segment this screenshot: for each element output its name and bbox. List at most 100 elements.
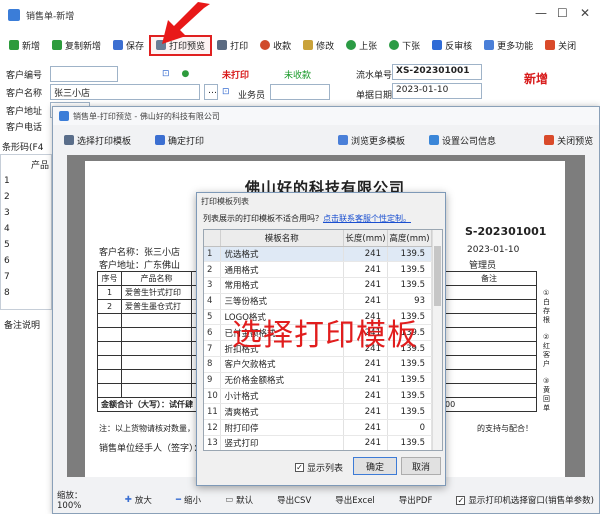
template-cell: 常用格式 <box>220 277 344 294</box>
customer-name-field[interactable]: 张三小店 <box>50 84 200 100</box>
page-icon: ▭ <box>225 495 234 505</box>
customer-no-label: 客户编号 <box>6 70 43 81</box>
template-row[interactable]: 1 优选格式 241 139.5 <box>204 246 432 263</box>
confirm-print-button[interactable]: 确定打印 <box>150 132 209 149</box>
unapprove-button[interactable]: 反审核 <box>427 37 477 54</box>
template-row[interactable]: 12 附打印停 241 0 <box>204 419 432 437</box>
home-icon <box>429 135 440 145</box>
search-icon[interactable]: ⊡ <box>162 69 170 79</box>
product-grid: 产品 1 2 3 4 5 6 7 8 <box>0 154 52 310</box>
col-height[interactable]: 高度(mm) <box>387 230 432 247</box>
col-template-name[interactable]: 模板名称 <box>220 230 344 247</box>
checkbox-icon: ✓ <box>295 463 304 472</box>
template-scrollbar[interactable] <box>432 230 442 450</box>
browse-icon <box>338 135 349 145</box>
template-row[interactable]: 2 通用格式 241 139.5 <box>204 261 432 279</box>
browse-button[interactable]: … <box>204 84 218 100</box>
choose-template-button[interactable]: 选择打印模板 <box>59 132 136 149</box>
save-icon <box>113 40 124 50</box>
printer-icon <box>217 40 228 50</box>
paper-date: 2023-01-10 <box>467 245 520 255</box>
ok-button[interactable]: 确定 <box>353 457 397 475</box>
close-icon[interactable]: ✕ <box>580 6 590 20</box>
paper-manager: 管理员 <box>469 261 497 271</box>
contact-service-link[interactable]: 点击联系客服个性定制。 <box>323 214 411 223</box>
template-cell: 三等份格式 <box>220 293 344 310</box>
preview-status-bar: 缩放：100% ✚ 放大 ━ 缩小 ▭ 默认 导出CSV 导出Excel 导出PDF … <box>53 489 599 511</box>
template-cell: 139.5 <box>387 277 432 294</box>
cancel-button[interactable]: 取消 <box>401 457 441 475</box>
copy-new-button[interactable]: 复制新增 <box>47 37 106 54</box>
coins-icon <box>260 40 271 50</box>
collect-button[interactable]: 收款 <box>255 37 296 54</box>
maximize-icon[interactable]: ☐ <box>557 6 568 20</box>
grid-row-number: 5 <box>4 240 10 250</box>
scroll-thumb[interactable] <box>434 246 441 306</box>
show-printer-window-checkbox[interactable]: ✓ 显示打印机选择窗口(销售单参数) <box>451 492 599 508</box>
template-row[interactable]: 11 清爽格式 241 139.5 <box>204 403 432 421</box>
grid-row-number: 7 <box>4 272 10 282</box>
export-pdf-button[interactable]: 导出PDF <box>394 492 438 508</box>
template-row[interactable]: 4 三等份格式 241 93 <box>204 293 432 310</box>
template-row[interactable]: 3 常用格式 241 139.5 <box>204 277 432 294</box>
close-box-icon <box>544 135 555 145</box>
salesman-label: 业务员 <box>238 91 266 101</box>
template-cell: 241 <box>343 277 388 294</box>
zoom-level: 缩放：100% <box>57 491 83 511</box>
export-csv-button[interactable]: 导出CSV <box>272 492 316 508</box>
show-list-checkbox[interactable]: ✓ 显示列表 <box>295 461 343 474</box>
col-length[interactable]: 长度(mm) <box>343 230 388 247</box>
zoom-out-button[interactable]: ━ 缩小 <box>171 492 206 508</box>
unapprove-icon <box>432 40 443 50</box>
prev-button[interactable]: 上张 <box>341 37 382 54</box>
template-cell: 12 <box>204 419 221 437</box>
close-button[interactable]: 关闭 <box>540 37 581 54</box>
template-cell: 竖式打印 <box>220 435 344 450</box>
print-status: 未打印 <box>222 71 250 81</box>
arrow-up-icon <box>346 40 357 50</box>
new-button[interactable]: 新增 <box>4 37 45 54</box>
next-button[interactable]: 下张 <box>384 37 425 54</box>
template-cell: 1 <box>204 246 221 263</box>
template-row[interactable]: 10 小计格式 241 139.5 <box>204 388 432 405</box>
grid-row-number: 4 <box>4 224 10 234</box>
preview-titlebar: 销售单-打印预览 - 佛山好的科技有限公司 <box>53 107 599 125</box>
template-cell: 3 <box>204 277 221 294</box>
minimize-icon[interactable]: — <box>535 6 547 20</box>
add-circle-icon[interactable]: ● <box>182 69 190 79</box>
customer-name-row: 客户名称 张三小店 … ⊡ <box>6 84 230 100</box>
paper-note: 注：以上货物请核对数量， <box>99 424 195 433</box>
template-cell: 6 <box>204 324 221 342</box>
template-cell: 10 <box>204 388 221 405</box>
serial-field[interactable]: XS-202301001 <box>392 64 482 80</box>
customer-no-field[interactable] <box>50 66 118 82</box>
tools-icon <box>303 40 314 50</box>
template-cell: 241 <box>343 388 388 405</box>
template-row[interactable]: 13 竖式打印 241 139.5 <box>204 435 432 450</box>
close-preview-button[interactable]: 关闭预览 <box>539 132 598 149</box>
serial-label: 流水单号 <box>356 71 393 81</box>
search-icon[interactable]: ⊡ <box>222 87 230 97</box>
customer-phone-label: 客户电话 <box>6 123 43 133</box>
save-button[interactable]: 保存 <box>108 37 149 54</box>
template-cell: 241 <box>343 246 388 263</box>
template-cell: 13 <box>204 435 221 450</box>
template-row[interactable]: 8 客户欠款格式 241 139.5 <box>204 356 432 373</box>
preview-title: 销售单-打印预览 - 佛山好的科技有限公司 <box>73 111 220 121</box>
grid-row-number: 2 <box>4 192 10 202</box>
print-button[interactable]: 打印 <box>212 37 253 54</box>
company-info-button[interactable]: 设置公司信息 <box>424 132 501 149</box>
template-cell: 无价格金额格式 <box>220 372 344 389</box>
date-field[interactable]: 2023-01-10 <box>392 83 482 99</box>
more-button[interactable]: 更多功能 <box>479 37 538 54</box>
template-cell: 139.5 <box>387 261 432 279</box>
template-cell: 139.5 <box>387 246 432 263</box>
salesman-field[interactable] <box>270 84 330 100</box>
export-excel-button[interactable]: 导出Excel <box>330 492 380 508</box>
browse-templates-button[interactable]: 浏览更多模板 <box>333 132 410 149</box>
default-zoom-button[interactable]: ▭ 默认 <box>220 492 258 508</box>
col-remark-header: 备注 <box>441 271 537 286</box>
template-row[interactable]: 9 无价格金额格式 241 139.5 <box>204 372 432 389</box>
zoom-in-button[interactable]: ✚ 放大 <box>120 492 157 508</box>
edit-button[interactable]: 修改 <box>298 37 339 54</box>
